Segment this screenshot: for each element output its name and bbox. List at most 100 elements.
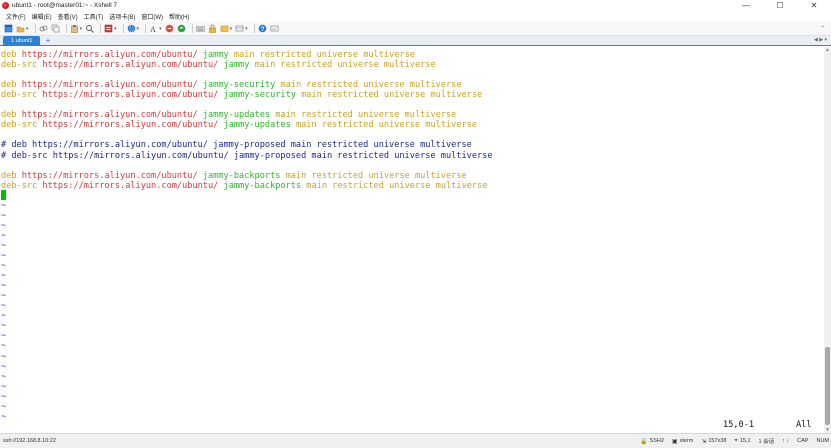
- terminal-cursor: [1, 190, 6, 200]
- link-icon[interactable]: [39, 24, 48, 33]
- script-icon[interactable]: [220, 24, 229, 33]
- terminal-line: deb-src https://mirrors.aliyun.com/ubunt…: [1, 120, 477, 130]
- terminal-text-segment: deb-src: [1, 90, 43, 101]
- protocol-indicator: 🔒 SSH2: [640, 438, 664, 445]
- terminal-text-segment: https://mirrors.aliyun.com/ubuntu/: [21, 50, 198, 60]
- terminal-text-segment: deb: [1, 80, 22, 91]
- vim-tilde-line: ~: [1, 311, 7, 322]
- terminal-text-segment: jammy: [202, 50, 229, 60]
- terminal-line: deb https://mirrors.aliyun.com/ubuntu/ j…: [1, 110, 456, 120]
- vim-tilde-line: ~: [1, 261, 7, 272]
- toolbar-overflow-icon[interactable]: ⌃: [820, 25, 825, 32]
- terminal-line: deb-src https://mirrors.aliyun.com/ubunt…: [1, 90, 482, 100]
- connection-address: ssh://192.168.8.10:22: [3, 438, 56, 444]
- status-bar: ssh://192.168.8.10:22 🔒 SSH2 ▣ xterm ⇲ 157x…: [0, 433, 831, 448]
- paste-dropdown-icon[interactable]: ▾: [80, 26, 83, 32]
- session-count: 1 会话: [758, 439, 775, 445]
- globe-icon[interactable]: [127, 24, 136, 33]
- vim-scroll-indicator: All: [796, 420, 812, 430]
- vim-tilde-line: ~: [1, 240, 7, 251]
- vim-tilde-line: ~: [1, 351, 7, 362]
- title-bar: ubunt1 - root@master01:~ - Xshell 7 — ☐ …: [0, 0, 831, 11]
- new-session-icon[interactable]: [4, 24, 13, 33]
- compose-icon[interactable]: [270, 24, 279, 33]
- terminal-type-label: xterm: [679, 438, 694, 444]
- paste-icon[interactable]: [70, 24, 79, 33]
- script-dropdown-icon[interactable]: ▾: [230, 26, 233, 32]
- terminal-text-segment: jammy-updates: [223, 120, 291, 131]
- terminal-text-segment: https://mirrors.aliyun.com/ubuntu/: [21, 80, 198, 91]
- menu-help[interactable]: 帮助(H): [169, 12, 189, 21]
- terminal-line: # deb-src https://mirrors.aliyun.com/ubu…: [1, 151, 493, 161]
- terminal-area[interactable]: 15,0-1 All deb https://mirrors.aliyun.co…: [0, 47, 824, 433]
- terminal-scrollbar[interactable]: ▲ ▼: [824, 47, 831, 433]
- layout-dropdown-icon[interactable]: ▾: [245, 26, 248, 32]
- scroll-up-icon[interactable]: ▲: [824, 47, 831, 53]
- font-dropdown-icon[interactable]: ▾: [159, 26, 162, 32]
- terminal-text-segment: jammy-backports: [223, 180, 302, 191]
- vim-tilde-line: ~: [1, 200, 7, 211]
- svg-text:?: ?: [260, 27, 264, 33]
- terminal-line: # deb https://mirrors.aliyun.com/ubuntu/…: [1, 140, 472, 150]
- terminal-text-segment: main restricted universe multiverse: [290, 120, 478, 131]
- globe-dropdown-icon[interactable]: ▾: [137, 26, 140, 32]
- terminal-text-segment: https://mirrors.aliyun.com/ubuntu/: [42, 120, 219, 131]
- menu-tabs[interactable]: 选项卡(B): [109, 12, 135, 21]
- vim-tilde-line: ~: [1, 220, 7, 231]
- menu-view[interactable]: 查看(V): [58, 12, 78, 21]
- vim-tilde-line: ~: [1, 271, 7, 282]
- terminal-text-segment: deb: [1, 170, 22, 181]
- terminal-text-segment: main restricted universe multiverse: [228, 50, 415, 60]
- tab-navigation[interactable]: ◀ ▶ ▾: [814, 37, 827, 43]
- terminal-text-segment: deb: [1, 50, 22, 60]
- properties-icon[interactable]: [104, 24, 113, 33]
- terminal-size-label: 157x38: [708, 438, 727, 444]
- close-button[interactable]: ✕: [797, 0, 831, 11]
- lock-icon[interactable]: [208, 24, 217, 33]
- transfer-icon[interactable]: [177, 24, 186, 33]
- find-icon[interactable]: [85, 24, 94, 33]
- terminal-text-segment: jammy-updates: [202, 110, 271, 121]
- terminal-text-segment: jammy-security: [223, 90, 296, 101]
- properties-dropdown-icon[interactable]: ▾: [114, 26, 117, 32]
- layout-icon[interactable]: [235, 24, 244, 33]
- terminal-text-segment: https://mirrors.aliyun.com/ubuntu/: [21, 110, 198, 121]
- lock-icon: 🔒: [640, 438, 648, 445]
- scroll-thumb[interactable]: [825, 347, 830, 425]
- xshell-app-icon: [2, 2, 9, 9]
- terminal-line: deb https://mirrors.aliyun.com/ubuntu/ j…: [1, 171, 467, 181]
- tab-ubunt1[interactable]: 1 ubunt1: [3, 36, 41, 45]
- svg-text:A: A: [150, 25, 156, 33]
- keyboard-icon[interactable]: [195, 24, 205, 33]
- copy-icon[interactable]: [51, 24, 60, 33]
- font-icon[interactable]: A: [149, 24, 158, 33]
- maximize-button[interactable]: ☐: [763, 0, 797, 11]
- minimize-button[interactable]: —: [729, 0, 763, 11]
- terminal-text-segment: deb-src: [1, 180, 43, 191]
- vim-tilde-line: ~: [1, 210, 7, 221]
- terminal-type-indicator: ▣ xterm: [672, 438, 693, 445]
- menu-file[interactable]: 文件(F): [6, 12, 26, 21]
- help-icon[interactable]: ?: [258, 24, 267, 33]
- window-title: ubunt1 - root@master01:~ - Xshell 7: [12, 2, 118, 9]
- terminal-size-indicator: ⇲ 157x38: [701, 438, 726, 445]
- toolbar-separator: [65, 24, 67, 33]
- vim-tilde-line: ~: [1, 321, 7, 332]
- add-tab-button[interactable]: +: [43, 36, 52, 45]
- vim-tilde-line: ~: [1, 391, 7, 402]
- open-dropdown-icon[interactable]: ▾: [26, 26, 29, 32]
- scroll-arrows: ↑ ↓: [782, 438, 790, 444]
- menu-tools[interactable]: 工具(T): [84, 12, 104, 21]
- vim-tilde-line: ~: [1, 401, 7, 412]
- terminal-line: deb-src https://mirrors.aliyun.com/ubunt…: [1, 181, 487, 191]
- terminal-text-segment: main restricted universe multiverse: [270, 110, 457, 121]
- menu-window[interactable]: 窗口(W): [141, 12, 163, 21]
- terminal-text-segment: main restricted universe multiverse: [280, 170, 467, 181]
- open-folder-icon[interactable]: [16, 24, 25, 33]
- terminal-line: deb https://mirrors.aliyun.com/ubuntu/ j…: [1, 80, 462, 90]
- vim-tilde-line: ~: [1, 251, 7, 261]
- menu-edit[interactable]: 编辑(E): [32, 12, 52, 21]
- cursor-position-label: 15,1: [739, 438, 751, 444]
- xftp-icon[interactable]: [165, 24, 174, 33]
- terminal-text-segment: # deb-src https://mirrors.aliyun.com/ubu…: [1, 150, 493, 161]
